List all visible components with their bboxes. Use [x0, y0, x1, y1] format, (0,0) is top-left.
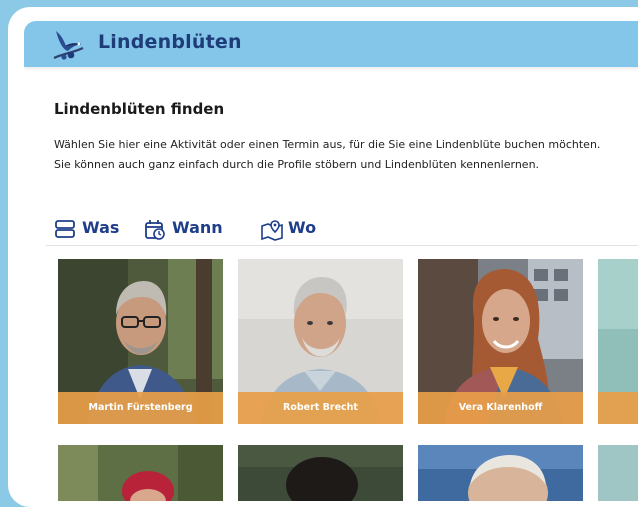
profile-photo: [58, 445, 223, 501]
profile-card-row2-2[interactable]: [238, 445, 403, 501]
intro-line-1: Wählen Sie hier eine Aktivität oder eine…: [54, 138, 601, 151]
profile-name: Martin Fürstenberg: [58, 392, 223, 424]
page-title: Lindenblüten finden: [54, 100, 225, 118]
app-screen: Lindenblüten Lindenblüten finden Wählen …: [24, 21, 638, 501]
device-frame: Lindenblüten Lindenblüten finden Wählen …: [8, 7, 638, 507]
profile-card-row2-3[interactable]: [418, 445, 583, 501]
calendar-clock-icon: [145, 220, 165, 240]
profile-card-martin[interactable]: Martin Fürstenberg: [58, 259, 223, 424]
filter-was-label: Was: [82, 218, 120, 237]
map-pin-icon: [261, 220, 283, 241]
filter-was[interactable]: Was: [54, 216, 120, 242]
filter-wo[interactable]: Wo: [260, 216, 324, 242]
bird-on-branch-icon[interactable]: [50, 28, 86, 62]
profile-card-vera[interactable]: Vera Klarenhoff: [418, 259, 583, 424]
intro-line-2: Sie können auch ganz einfach durch die P…: [54, 158, 540, 171]
top-bar: Lindenblüten: [24, 21, 638, 67]
profile-card-row2-1[interactable]: [58, 445, 223, 501]
brand-name[interactable]: Lindenblüten: [98, 31, 242, 53]
activities-icon: [55, 220, 75, 238]
profile-name: Robert Brecht: [238, 392, 403, 424]
profile-photo: [238, 445, 403, 501]
profile-card-row2-4[interactable]: [598, 445, 638, 501]
profile-name: Vera Klarenhoff: [418, 392, 583, 424]
intro-text: Wählen Sie hier eine Aktivität oder eine…: [54, 135, 638, 175]
profile-photo: [598, 445, 638, 501]
filter-wo-label: Wo: [288, 218, 317, 237]
filter-wann-label: Wann: [172, 218, 223, 237]
filter-wann[interactable]: Wann: [144, 216, 230, 242]
profile-name: [598, 392, 638, 424]
divider: [46, 245, 638, 246]
profile-card-robert[interactable]: Robert Brecht: [238, 259, 403, 424]
profile-photo: [418, 445, 583, 501]
profile-card-4[interactable]: [598, 259, 638, 424]
